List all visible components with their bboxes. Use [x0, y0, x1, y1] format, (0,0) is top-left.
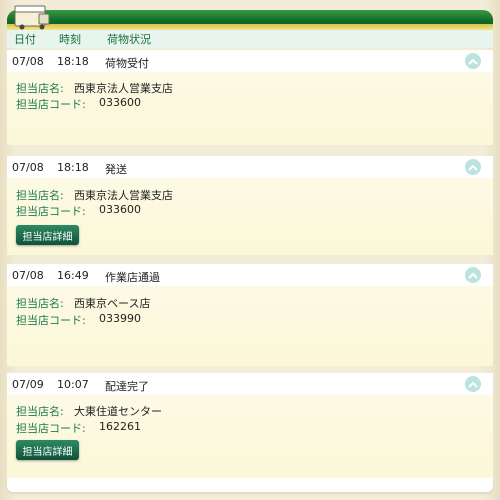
tracking-event-card: 07/08 16:49 作業店通過 担当店名: 西東京ベース店 担当店コード: … — [7, 264, 493, 366]
store-detail-button[interactable]: 担当店詳細 — [16, 440, 79, 460]
tracking-event-card: 07/08 18:18 発送 担当店名: 西東京法人営業支店 担当店コード: 0… — [7, 156, 493, 255]
event-time: 16:49 — [57, 269, 89, 282]
truck-icon — [14, 5, 50, 30]
store-name-label: 担当店名: — [16, 189, 64, 202]
store-name-label: 担当店名: — [16, 405, 64, 418]
store-name-value: 西東京ベース店 — [74, 297, 151, 310]
event-status: 荷物受付 — [105, 57, 149, 70]
event-status: 発送 — [105, 163, 127, 176]
store-name-value: 西東京法人営業支店 — [74, 189, 173, 202]
event-time: 18:18 — [57, 161, 89, 174]
store-code-label: 担当店コード: — [16, 205, 86, 218]
column-header-status: 荷物状況 — [107, 33, 151, 46]
column-header-date: 日付 — [14, 33, 36, 46]
event-status: 作業店通過 — [105, 271, 160, 284]
store-code-value: 033990 — [99, 312, 141, 325]
event-date: 07/08 — [12, 269, 44, 282]
event-header[interactable]: 07/08 18:18 発送 — [7, 156, 493, 178]
store-code-value: 033600 — [99, 96, 141, 109]
tracking-event-card: 07/08 18:18 荷物受付 担当店名: 西東京法人営業支店 担当店コード:… — [7, 50, 493, 145]
event-time: 18:18 — [57, 55, 89, 68]
store-name-value: 西東京法人営業支店 — [74, 82, 173, 95]
event-header[interactable]: 07/09 10:07 配達完了 — [7, 373, 493, 395]
store-code-value: 162261 — [99, 420, 141, 433]
chevron-up-icon[interactable] — [465, 376, 481, 392]
event-date: 07/08 — [12, 55, 44, 68]
list-bottom-edge — [7, 478, 493, 492]
column-header-time: 時刻 — [59, 33, 81, 46]
store-code-label: 担当店コード: — [16, 314, 86, 327]
chevron-up-icon[interactable] — [465, 53, 481, 69]
store-name-label: 担当店名: — [16, 82, 64, 95]
store-code-value: 033600 — [99, 203, 141, 216]
event-date: 07/09 — [12, 378, 44, 391]
tracking-event-card: 07/09 10:07 配達完了 担当店名: 大東住道センター 担当店コード: … — [7, 373, 493, 478]
chevron-up-icon[interactable] — [465, 267, 481, 283]
store-code-label: 担当店コード: — [16, 422, 86, 435]
event-header[interactable]: 07/08 18:18 荷物受付 — [7, 50, 493, 72]
event-date: 07/08 — [12, 161, 44, 174]
store-name-value: 大東住道センター — [74, 405, 162, 418]
store-code-label: 担当店コード: — [16, 98, 86, 111]
event-status: 配達完了 — [105, 380, 149, 393]
event-time: 10:07 — [57, 378, 89, 391]
event-header[interactable]: 07/08 16:49 作業店通過 — [7, 264, 493, 286]
column-header-row: 日付 時刻 荷物状況 — [7, 30, 493, 48]
store-detail-button[interactable]: 担当店詳細 — [16, 225, 79, 245]
store-name-label: 担当店名: — [16, 297, 64, 310]
chevron-up-icon[interactable] — [465, 159, 481, 175]
